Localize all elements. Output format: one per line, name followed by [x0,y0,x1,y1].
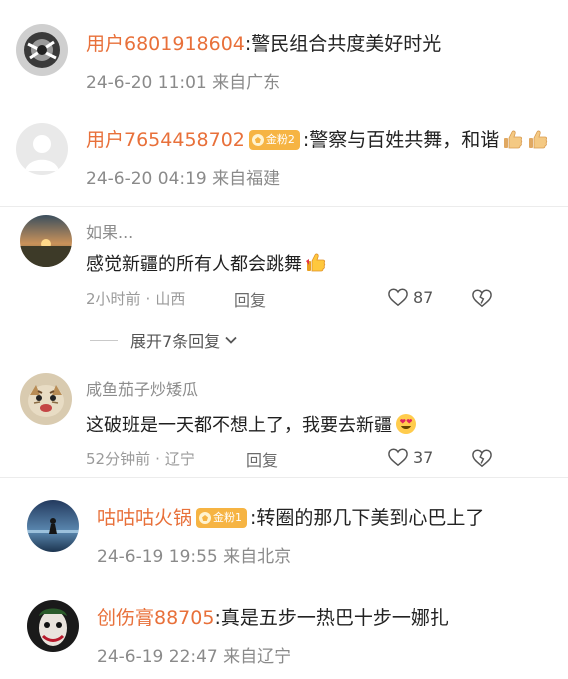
fan-badge-icon [251,134,264,146]
reply-button[interactable]: 回复 [246,447,278,471]
comment-text: 感觉新疆的所有人都会跳舞 [86,254,302,275]
heart-icon [388,288,408,307]
expand-line [90,339,118,341]
username[interactable]: 创伤膏88705 [97,605,214,631]
comment-meta: 24-6-19 22:47 来自辽宁 [97,647,292,667]
comment-meta: 24-6-19 19:55 来自北京 [97,547,292,567]
heart-icon [388,448,408,467]
fan-badge-label: 金粉2 [265,133,295,146]
reply-button[interactable]: 回复 [234,287,266,311]
thumbs-up-icon [527,129,549,151]
heart-eyes-icon [395,413,417,435]
fan-badge: 金粉1 [196,508,248,528]
fan-badge: 金粉2 [248,130,300,150]
avatar[interactable] [27,500,79,552]
username[interactable]: 用户7654458702 [86,127,245,153]
broken-heart-icon[interactable] [471,448,493,468]
fan-badge-label: 金粉1 [213,511,243,524]
comment-location: 山西 [155,290,186,308]
meta-dot: · [145,290,151,308]
comment-text: 这破班是一天都不想上了，我要去新疆 [86,415,392,436]
avatar[interactable] [20,373,72,425]
chevron-down-icon [225,336,237,344]
username[interactable]: 咕咕咕火锅 [97,505,192,531]
like-count: 37 [413,447,434,467]
comment-time: 2小时前 [86,290,141,308]
comment-item: 用户7654458702 金粉2 : 警察与百姓共舞，和谐 24-6-20 04:… [0,105,568,205]
fan-badge-icon [199,512,212,524]
like-button[interactable]: 37 [387,447,433,467]
avatar[interactable] [20,215,72,267]
comment-text: 警察与百姓共舞，和谐 [309,129,500,151]
comment-item: 如果... 感觉新疆的所有人都会跳舞 2小时前 · 山西 回复 87 展开7条回复 [0,207,568,364]
expand-label: 展开7条回复 [130,332,221,351]
avatar[interactable] [16,123,68,175]
meta-dot: · [155,450,160,468]
broken-heart-icon[interactable] [471,288,493,308]
comment-text: 转圈的那几下美到心巴上了 [256,507,485,529]
thumbs-up-icon [305,252,327,274]
comment-time: 52分钟前 [86,450,151,468]
comment-text: 警民组合共度美好时光 [251,33,442,55]
comment-item: 创伤膏88705: 真是五步一热巴十步一娜扎 24-6-19 22:47 来自辽宁 [0,578,568,679]
avatar[interactable] [16,24,68,76]
username[interactable]: 用户6801918604 [86,31,245,57]
comment-location: 辽宁 [164,450,195,468]
username[interactable]: 咸鱼茄子炒矮瓜 [86,376,198,400]
thumbs-up-icon [502,129,524,151]
username[interactable]: 如果... [86,219,133,243]
like-count: 87 [413,287,434,307]
comment-item: 咸鱼茄子炒矮瓜 这破班是一天都不想上了，我要去新疆 52分钟前 · 辽宁 回复 37 [0,364,568,476]
comment-meta: 24-6-20 11:01 来自广东 [86,73,281,93]
comment-item: 用户6801918604: 警民组合共度美好时光 24-6-20 11:01 来自… [0,0,568,105]
avatar[interactable] [27,600,79,652]
like-button[interactable]: 87 [387,287,433,307]
comment-item: 咕咕咕火锅 金粉1 : 转圈的那几下美到心巴上了 24-6-19 19:55 来自… [0,478,568,578]
comment-text: 真是五步一热巴十步一娜扎 [220,607,449,629]
comment-meta: 24-6-20 04:19 来自福建 [86,169,281,189]
expand-replies-button[interactable]: 展开7条回复 [90,328,238,352]
